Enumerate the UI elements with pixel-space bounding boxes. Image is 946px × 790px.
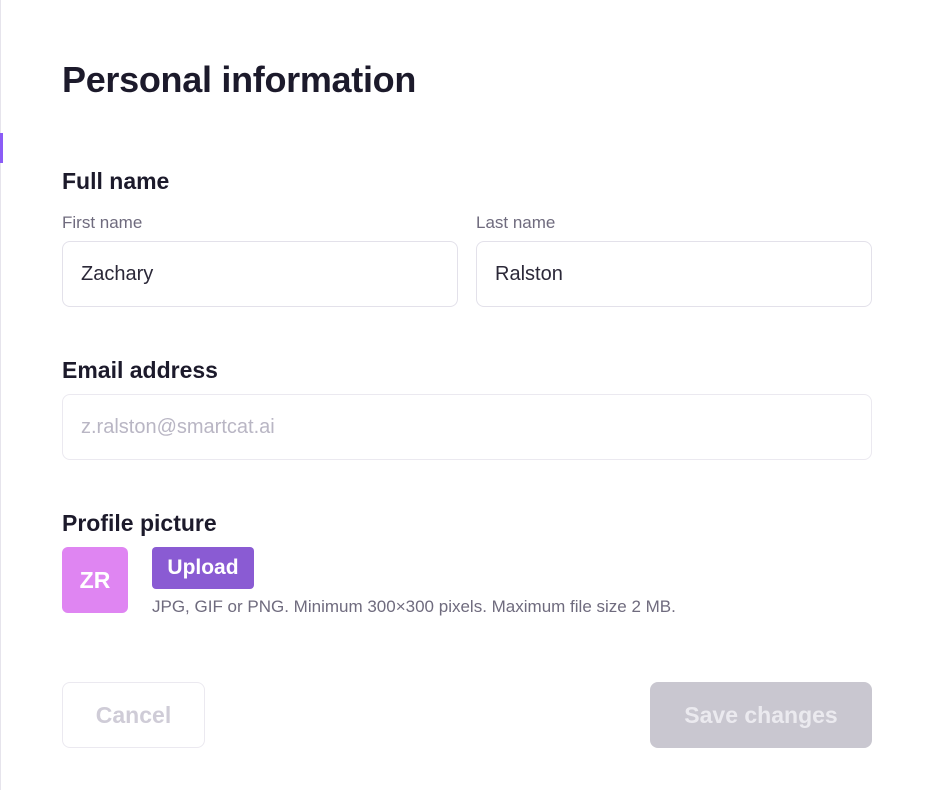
profile-picture-heading: Profile picture	[62, 510, 217, 536]
first-name-input[interactable]	[62, 241, 458, 307]
sidebar-divider	[0, 0, 1, 790]
last-name-input[interactable]	[476, 241, 872, 307]
last-name-label: Last name	[476, 213, 556, 232]
page-title: Personal information	[62, 59, 417, 100]
first-name-label: First name	[62, 213, 143, 232]
email-field	[62, 394, 872, 460]
full-name-heading: Full name	[62, 168, 170, 194]
cancel-button[interactable]: Cancel	[62, 682, 205, 748]
avatar: ZR	[62, 547, 128, 613]
upload-hint: JPG, GIF or PNG. Minimum 300×300 pixels.…	[152, 597, 676, 616]
save-changes-button[interactable]: Save changes	[650, 682, 872, 748]
upload-button[interactable]: Upload	[152, 547, 254, 589]
email-address-heading: Email address	[62, 357, 218, 383]
active-nav-indicator	[0, 133, 3, 163]
personal-information-page: Personal information Full name First nam…	[0, 0, 946, 790]
